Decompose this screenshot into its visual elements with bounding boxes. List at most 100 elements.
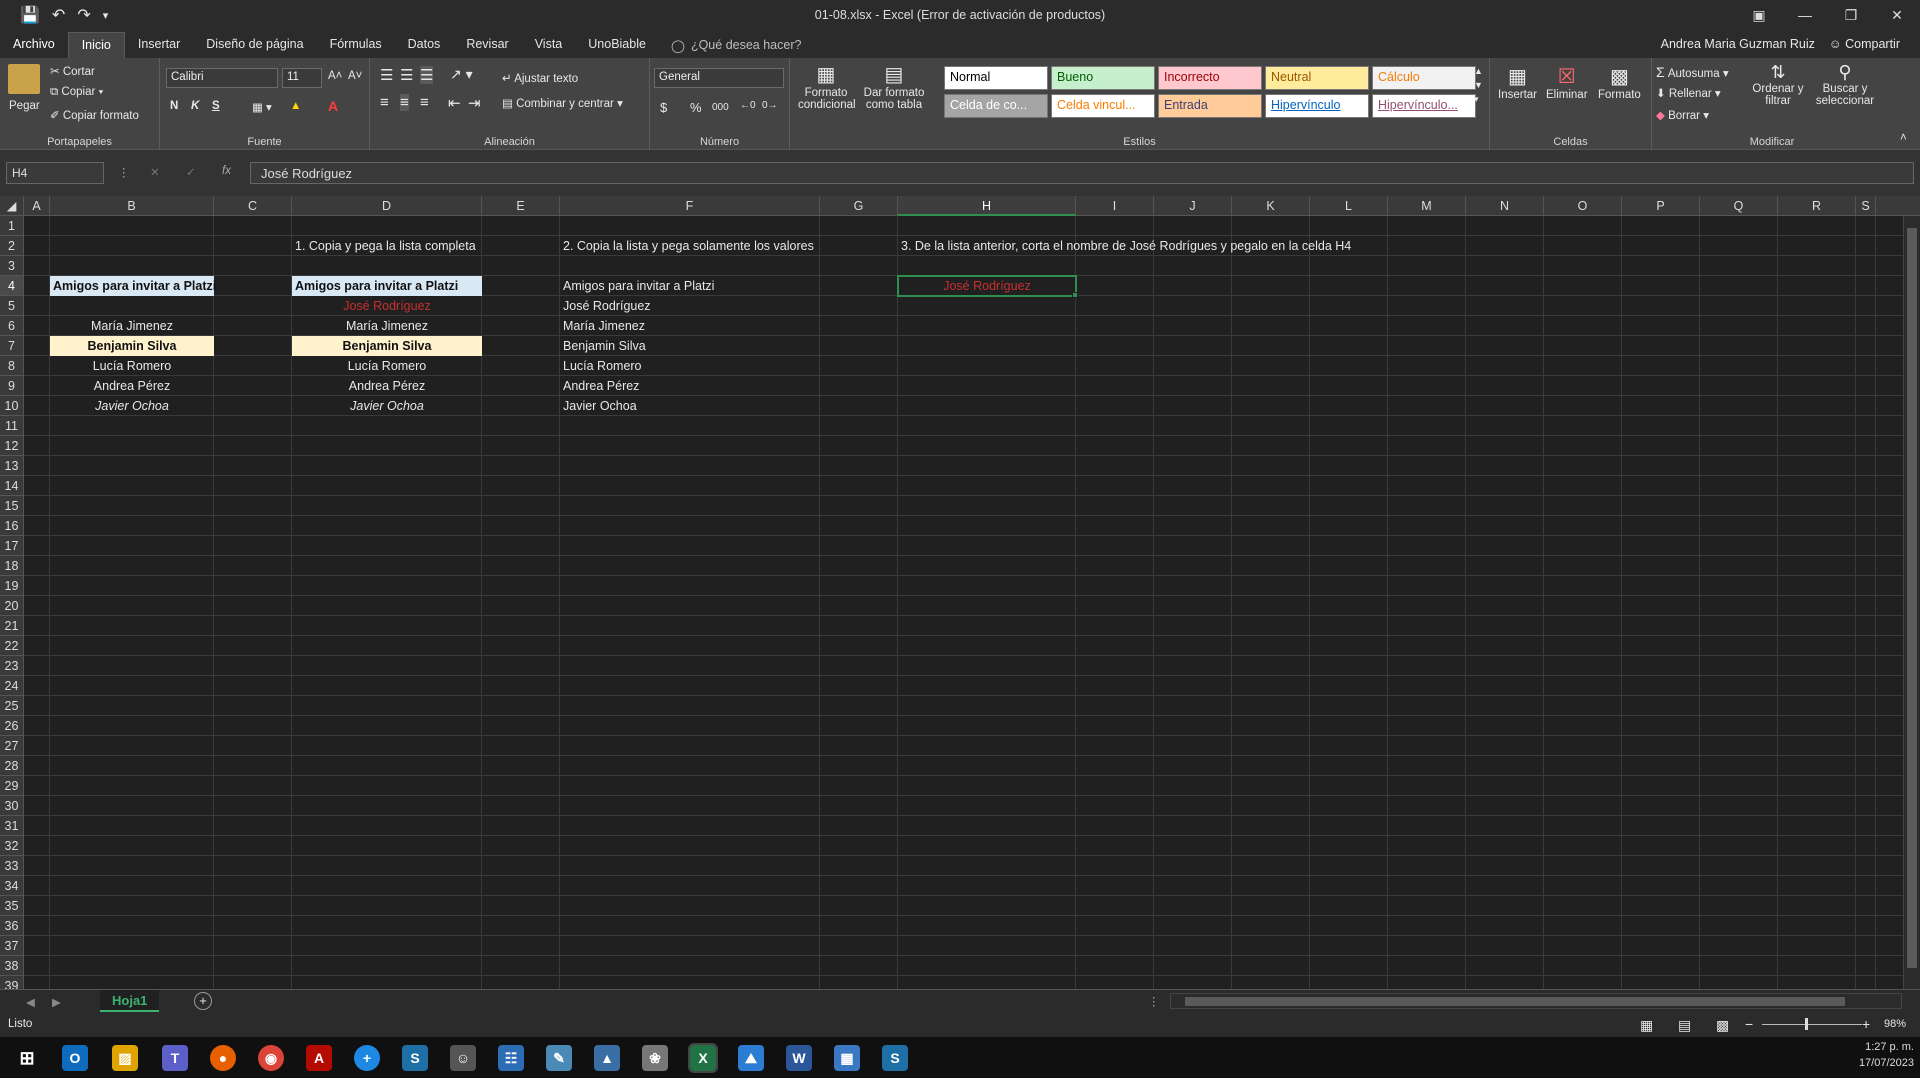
- row-header-14[interactable]: 14: [0, 476, 24, 496]
- row-header-10[interactable]: 10: [0, 396, 24, 416]
- zoom-slider-thumb[interactable]: [1805, 1018, 1808, 1030]
- row-header-3[interactable]: 3: [0, 256, 24, 276]
- select-all-corner[interactable]: ◢: [0, 196, 24, 216]
- tab-unobiable[interactable]: UnoBiable: [575, 32, 659, 58]
- new-sheet-button[interactable]: +: [194, 992, 212, 1010]
- collapse-ribbon-icon[interactable]: ˄: [1900, 132, 1907, 144]
- row-header-24[interactable]: 24: [0, 676, 24, 696]
- cell-style-2[interactable]: Incorrecto: [1158, 66, 1262, 90]
- fill-handle[interactable]: [1072, 292, 1078, 298]
- row-header-4[interactable]: 4: [0, 276, 24, 296]
- row-header-32[interactable]: 32: [0, 836, 24, 856]
- column-header-A[interactable]: A: [24, 196, 50, 216]
- row-header-8[interactable]: 8: [0, 356, 24, 376]
- percent-button[interactable]: %: [690, 100, 702, 115]
- tab-page-layout[interactable]: Diseño de página: [193, 32, 316, 58]
- cell-D4[interactable]: Amigos para invitar a Platzi: [292, 276, 482, 296]
- column-header-I[interactable]: I: [1076, 196, 1154, 216]
- column-header-H[interactable]: H: [898, 196, 1076, 216]
- row-header-33[interactable]: 33: [0, 856, 24, 876]
- column-header-F[interactable]: F: [560, 196, 820, 216]
- clear-button[interactable]: ◆ Borrar ▾: [1656, 108, 1709, 122]
- redo-icon[interactable]: ↷: [77, 5, 90, 25]
- cell-B7[interactable]: Benjamin Silva: [50, 336, 214, 356]
- orientation-icon[interactable]: ↗ ▾: [450, 66, 473, 83]
- column-header-B[interactable]: B: [50, 196, 214, 216]
- row-header-31[interactable]: 31: [0, 816, 24, 836]
- align-bottom-icon[interactable]: ☰: [420, 66, 434, 84]
- row-header-6[interactable]: 6: [0, 316, 24, 336]
- word-icon[interactable]: W: [786, 1045, 812, 1071]
- cell-B4[interactable]: Amigos para invitar a Platzi: [50, 276, 216, 296]
- cell-style-4[interactable]: Cálculo: [1372, 66, 1476, 90]
- row-header-7[interactable]: 7: [0, 336, 24, 356]
- align-left-icon[interactable]: ≡: [380, 94, 389, 111]
- cell-F5[interactable]: José Rodríguez: [560, 296, 654, 316]
- row-header-30[interactable]: 30: [0, 796, 24, 816]
- row-header-13[interactable]: 13: [0, 456, 24, 476]
- cell-style-8[interactable]: Hipervínculo: [1265, 94, 1369, 118]
- tab-splitter-icon[interactable]: ⋮: [1148, 994, 1160, 1008]
- notes-app-icon[interactable]: ✎: [546, 1045, 572, 1071]
- find-select-button[interactable]: ⚲ Buscar y seleccionar: [1810, 62, 1880, 107]
- cell-B8[interactable]: Lucía Romero: [50, 356, 214, 376]
- column-header-K[interactable]: K: [1232, 196, 1310, 216]
- tab-insert[interactable]: Insertar: [125, 32, 193, 58]
- row-header-36[interactable]: 36: [0, 916, 24, 936]
- row-header-34[interactable]: 34: [0, 876, 24, 896]
- box-app-icon[interactable]: ▲: [594, 1045, 620, 1071]
- file-explorer-icon[interactable]: ▨: [112, 1045, 138, 1071]
- autosum-button[interactable]: Σ Autosuma ▾: [1656, 64, 1729, 80]
- formula-input[interactable]: José Rodríguez: [250, 162, 1914, 184]
- row-header-35[interactable]: 35: [0, 896, 24, 916]
- cell-D10[interactable]: Javier Ochoa: [292, 396, 482, 416]
- font-color-icon[interactable]: A: [328, 98, 338, 114]
- fill-color-icon[interactable]: ▲: [290, 100, 301, 112]
- cell-F2[interactable]: 2. Copia la lista y pega solamente los v…: [560, 236, 817, 256]
- tab-file[interactable]: Archivo: [0, 32, 68, 58]
- decrease-decimal-icon[interactable]: 0→: [762, 100, 778, 111]
- decrease-indent-icon[interactable]: ⇤: [448, 94, 461, 112]
- cell-F6[interactable]: María Jimenez: [560, 316, 648, 336]
- increase-indent-icon[interactable]: ⇥: [468, 94, 481, 112]
- vertical-scrollbar[interactable]: [1903, 216, 1920, 989]
- insert-function-icon[interactable]: fx: [222, 165, 231, 177]
- copy-button[interactable]: ⧉ Copiar ▾: [50, 86, 103, 99]
- row-header-23[interactable]: 23: [0, 656, 24, 676]
- row-header-9[interactable]: 9: [0, 376, 24, 396]
- cell-style-9[interactable]: Hipervínculo...: [1372, 94, 1476, 118]
- bold-button[interactable]: N: [170, 100, 178, 112]
- cell-F8[interactable]: Lucía Romero: [560, 356, 645, 376]
- column-header-G[interactable]: G: [820, 196, 898, 216]
- align-center-icon[interactable]: ≡: [400, 94, 409, 111]
- cell-style-6[interactable]: Celda vincul...: [1051, 94, 1155, 118]
- column-header-D[interactable]: D: [292, 196, 482, 216]
- cell-D2[interactable]: 1. Copia y pega la lista completa: [292, 236, 479, 256]
- app-plus-icon[interactable]: +: [354, 1045, 380, 1071]
- format-painter-button[interactable]: ✐ Copiar formato: [50, 108, 139, 122]
- firefox-icon[interactable]: ●: [210, 1045, 236, 1071]
- column-header-M[interactable]: M: [1388, 196, 1466, 216]
- row-header-11[interactable]: 11: [0, 416, 24, 436]
- cell-style-3[interactable]: Neutral: [1265, 66, 1369, 90]
- ribbon-display-options-icon[interactable]: ▣: [1736, 0, 1782, 30]
- cell-D6[interactable]: María Jimenez: [292, 316, 482, 336]
- restore-button[interactable]: ❐: [1828, 0, 1874, 30]
- cell-H2[interactable]: 3. De la lista anterior, corta el nombre…: [898, 236, 1354, 256]
- column-header-Q[interactable]: Q: [1700, 196, 1778, 216]
- cell-style-1[interactable]: Bueno: [1051, 66, 1155, 90]
- zoom-slider[interactable]: [1762, 1024, 1862, 1025]
- cell-D9[interactable]: Andrea Pérez: [292, 376, 482, 396]
- name-box[interactable]: H4: [6, 162, 104, 184]
- font-size-dropdown[interactable]: 11: [282, 68, 322, 88]
- page-layout-view-icon[interactable]: ▤: [1678, 1017, 1691, 1034]
- cell-F9[interactable]: Andrea Pérez: [560, 376, 642, 396]
- number-format-dropdown[interactable]: General: [654, 68, 784, 88]
- cell-D5[interactable]: José Rodríguez: [292, 296, 482, 316]
- normal-view-icon[interactable]: ▦: [1640, 1017, 1653, 1034]
- decrease-font-icon[interactable]: A˅: [348, 70, 362, 82]
- sheet-tab-hoja1[interactable]: Hoja1: [100, 990, 160, 1012]
- row-header-15[interactable]: 15: [0, 496, 24, 516]
- app-s2-icon[interactable]: S: [882, 1045, 908, 1071]
- row-header-20[interactable]: 20: [0, 596, 24, 616]
